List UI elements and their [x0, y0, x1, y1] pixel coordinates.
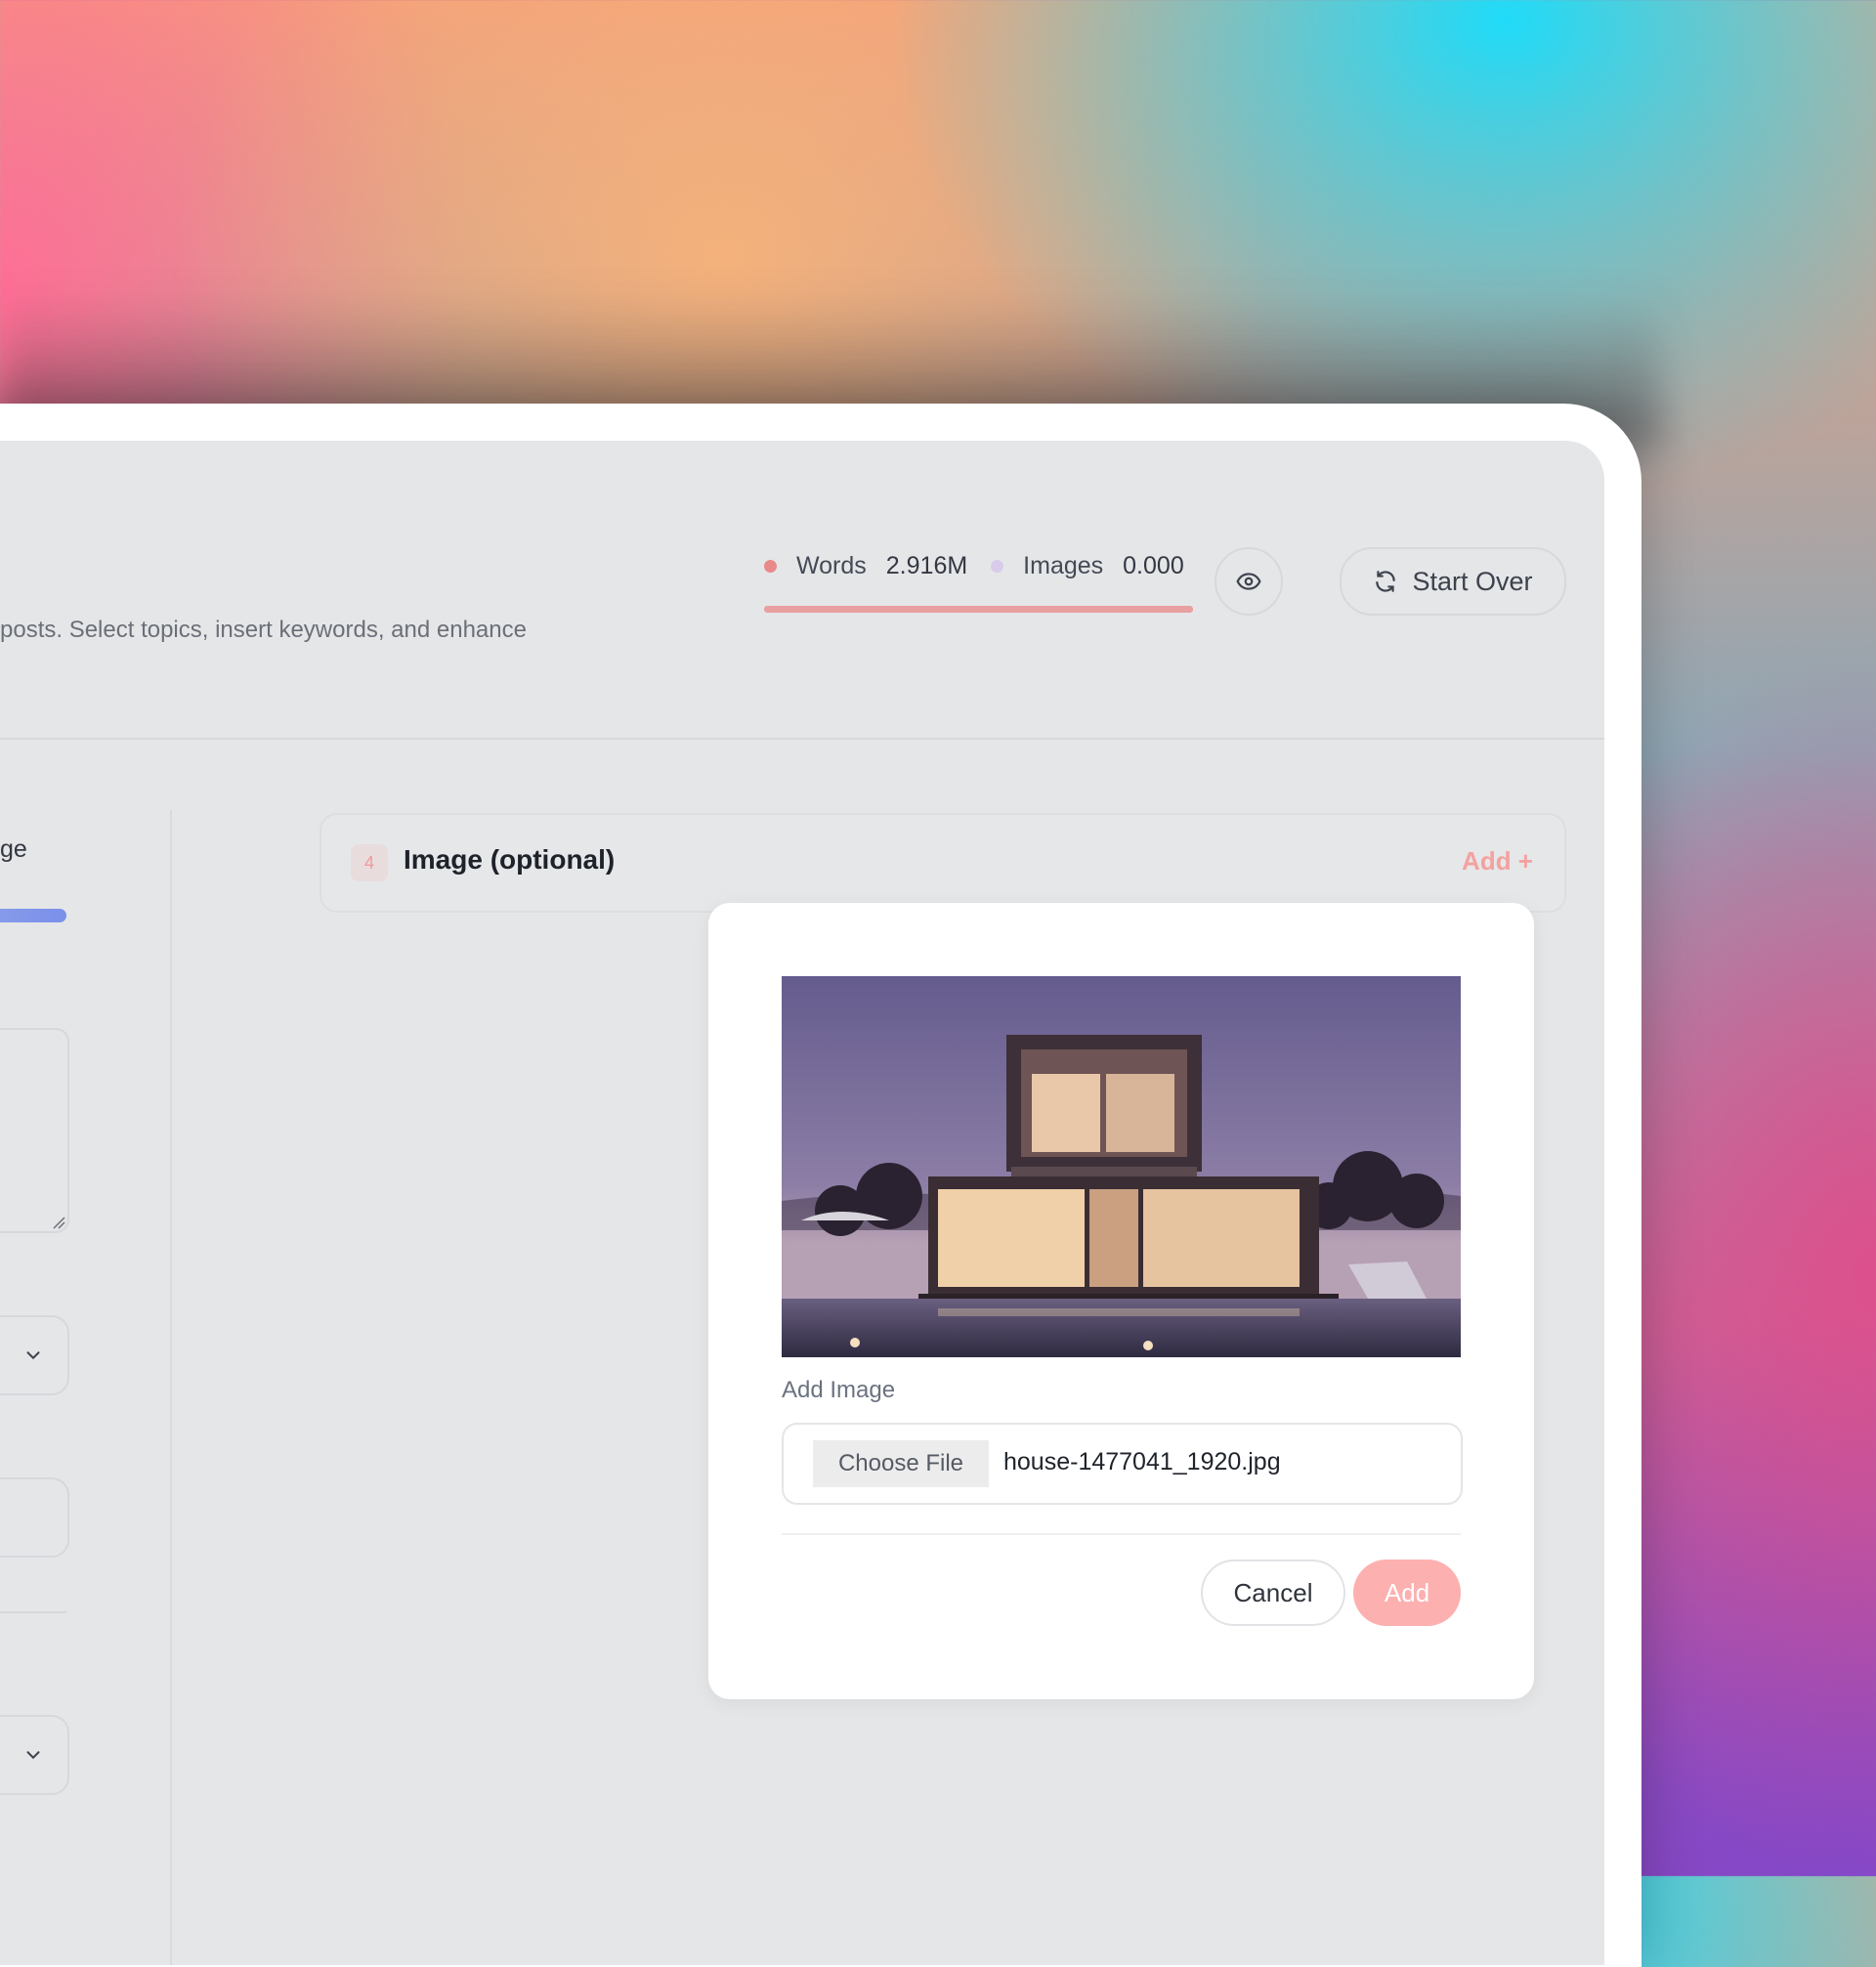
images-dot [991, 559, 1004, 573]
image-section-card: 4 Image (optional) Add + [320, 813, 1566, 913]
column-divider [170, 810, 172, 1965]
start-over-label: Start Over [1412, 566, 1533, 596]
chevron-down-icon [26, 1751, 40, 1760]
start-over-button[interactable]: Start Over [1340, 547, 1566, 616]
selected-file-name: house-1477041_1920.jpg [1003, 1448, 1281, 1475]
house-photo [782, 976, 1461, 1357]
left-select-2[interactable] [0, 1715, 69, 1795]
add-image-label: Add Image [782, 1377, 896, 1403]
chevron-down-icon [26, 1351, 40, 1360]
usage-progress-bar [764, 606, 1193, 613]
modal-divider [782, 1533, 1461, 1535]
header-divider [0, 738, 1604, 740]
file-input[interactable]: Choose File house-1477041_1920.jpg [782, 1423, 1463, 1505]
choose-file-button[interactable]: Choose File [813, 1440, 989, 1487]
words-label: Words [796, 551, 867, 579]
cancel-button[interactable]: Cancel [1201, 1560, 1345, 1626]
add-image-modal: Add Image Choose File house-1477041_1920… [708, 903, 1534, 1699]
usage-stats: Words 2.916M Images 0.000 [764, 546, 1208, 585]
section-add-link[interactable]: Add + [1462, 846, 1533, 877]
refresh-icon [1376, 571, 1396, 592]
resize-grip-icon[interactable] [52, 1216, 65, 1229]
image-preview [782, 976, 1461, 1357]
usage-progress-fill [764, 606, 1193, 613]
left-progress-bar [0, 909, 66, 922]
left-divider [0, 1611, 66, 1613]
images-label: Images [1023, 551, 1104, 579]
app-screen: posts. Select topics, insert keywords, a… [0, 441, 1604, 1965]
left-select[interactable] [0, 1315, 69, 1395]
left-panel-label: ge [0, 835, 27, 863]
section-title: Image (optional) [404, 844, 616, 875]
words-value: 2.916M [885, 551, 968, 579]
preview-button[interactable] [1215, 547, 1283, 616]
words-dot [764, 559, 777, 573]
add-button[interactable]: Add [1353, 1560, 1461, 1626]
page-description: posts. Select topics, insert keywords, a… [0, 617, 527, 643]
images-value: 0.000 [1123, 551, 1184, 579]
left-textarea[interactable] [0, 1028, 69, 1233]
left-input[interactable] [0, 1477, 69, 1558]
step-badge: 4 [351, 844, 388, 881]
eye-icon [1236, 573, 1261, 590]
